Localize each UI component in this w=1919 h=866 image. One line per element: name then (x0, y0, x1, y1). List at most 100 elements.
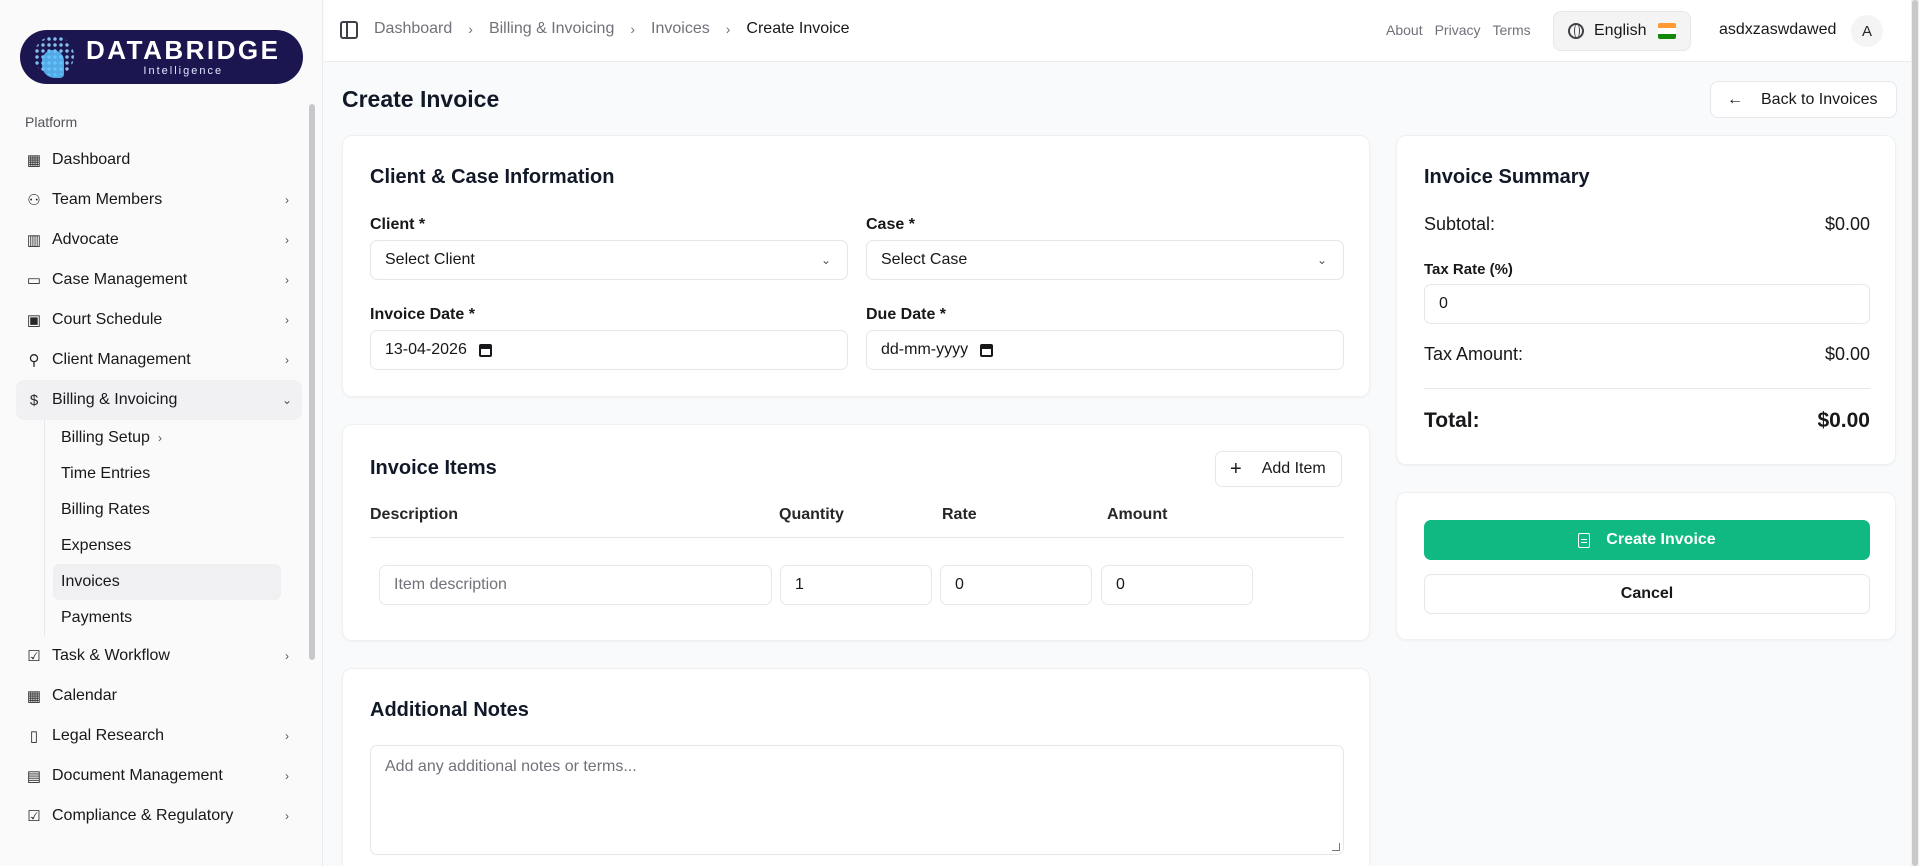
create-invoice-label: Create Invoice (1606, 531, 1716, 548)
sidebar-subitem-payments[interactable]: Payments (53, 600, 281, 636)
summary-divider (1424, 388, 1870, 389)
billing-submenu: Billing Setup › Time Entries Billing Rat… (44, 420, 302, 636)
invoice-summary-title: Invoice Summary (1424, 166, 1590, 188)
due-date-value: dd-mm-yyyy (881, 341, 969, 358)
sidebar-item-label: Task & Workflow (52, 647, 170, 664)
tax-rate-input[interactable]: 0 (1424, 284, 1870, 324)
users-icon: ⚇ (27, 192, 41, 209)
resize-handle-icon[interactable] (1332, 843, 1340, 851)
tax-amount-value: $0.00 (1824, 344, 1870, 364)
dashboard-grid-icon: ▦ (26, 152, 42, 169)
invoice-date-value: 13-04-2026 (385, 341, 467, 358)
item-quantity-value: 1 (795, 576, 804, 593)
sidebar-toggle-icon[interactable] (340, 21, 358, 39)
breadcrumb-invoices[interactable]: Invoices (651, 20, 710, 38)
sidebar-item-case-management[interactable]: ▭ Case Management › (16, 260, 302, 300)
sidebar-item-label: Client Management (52, 351, 191, 368)
breadcrumb-dashboard[interactable]: Dashboard (374, 20, 452, 38)
column-amount: Amount (1107, 506, 1168, 523)
sidebar-item-advocate[interactable]: ▥ Advocate › (16, 220, 302, 260)
cancel-label: Cancel (1620, 585, 1674, 602)
book-icon: ▯ (29, 728, 39, 745)
client-select[interactable]: Select Client ⌄ (370, 240, 848, 280)
calendar-icon[interactable] (478, 343, 492, 357)
globe-icon (1568, 23, 1584, 39)
sidebar-item-label: Court Schedule (52, 311, 163, 328)
sidebar-subitem-expenses[interactable]: Expenses (53, 528, 281, 564)
checkbox-icon: ☑ (27, 648, 41, 665)
cancel-button[interactable]: Cancel (1424, 574, 1870, 614)
notes-textarea[interactable]: Add any additional notes or terms... (370, 745, 1344, 855)
brand-logo[interactable]: DATABRIDGE Intelligence (20, 30, 303, 84)
chevron-right-icon: › (285, 273, 289, 287)
item-rate-input[interactable]: 0 (940, 565, 1092, 605)
language-label: English (1594, 22, 1647, 39)
breadcrumb-current: Create Invoice (746, 20, 850, 37)
chevron-right-icon: › (285, 729, 289, 743)
india-flag-icon (1658, 23, 1677, 39)
back-button-label: Back to Invoices (1761, 90, 1878, 108)
terms-link[interactable]: Terms (1493, 22, 1531, 38)
create-invoice-button[interactable]: Create Invoice (1424, 520, 1870, 560)
chevron-right-icon: › (285, 313, 289, 327)
sidebar-item-team-members[interactable]: ⚇ Team Members › (16, 180, 302, 220)
calendar-icon[interactable] (980, 343, 994, 357)
breadcrumb-billing-invoicing[interactable]: Billing & Invoicing (489, 20, 614, 38)
subtotal-value: $0.00 (1824, 214, 1870, 234)
sidebar-item-compliance-regulatory[interactable]: ☑ Compliance & Regulatory › (16, 796, 302, 836)
client-select-value: Select Client (385, 251, 475, 268)
briefcase-icon: ▭ (26, 272, 42, 289)
back-to-invoices-button[interactable]: ← Back to Invoices (1710, 81, 1897, 118)
client-case-title: Client & Case Information (370, 166, 615, 188)
username[interactable]: asdxzaswdawed (1719, 21, 1836, 39)
sidebar-item-legal-research[interactable]: ▯ Legal Research › (16, 716, 302, 756)
language-selector[interactable]: English (1553, 11, 1691, 51)
item-quantity-input[interactable]: 1 (780, 565, 932, 605)
sidebar-subitem-invoices[interactable]: Invoices (53, 564, 281, 600)
chevron-right-icon: › (285, 809, 289, 823)
due-date-label: Due Date * (866, 306, 947, 323)
sidebar-item-dashboard[interactable]: ▦ Dashboard (16, 140, 302, 180)
sidebar-item-billing-invoicing[interactable]: $ Billing & Invoicing ⌄ (16, 380, 302, 420)
due-date-field[interactable]: dd-mm-yyyy (866, 330, 1344, 370)
sidebar-item-calendar[interactable]: ▦ Calendar (16, 676, 302, 716)
about-link[interactable]: About (1386, 22, 1423, 38)
total-value: $0.00 (1817, 409, 1870, 432)
avatar[interactable]: A (1851, 15, 1883, 47)
sidebar-subitem-label: Billing Setup (61, 429, 150, 446)
sidebar-subitem-label: Billing Rates (61, 501, 150, 518)
item-amount-input[interactable]: 0 (1101, 565, 1253, 605)
chevron-right-icon: › (725, 21, 731, 37)
tax-rate-value: 0 (1439, 295, 1448, 312)
sidebar-subitem-billing-setup[interactable]: Billing Setup › (53, 420, 281, 456)
invoice-date-field[interactable]: 13-04-2026 (370, 330, 848, 370)
sidebar-item-label: Compliance & Regulatory (52, 807, 234, 824)
item-description-input[interactable]: Item description (379, 565, 772, 605)
additional-notes-title: Additional Notes (370, 699, 529, 721)
sidebar-scrollbar[interactable] (309, 104, 315, 660)
chevron-right-icon: › (468, 21, 473, 37)
notes-placeholder: Add any additional notes or terms... (385, 758, 637, 775)
page-scrollbar[interactable] (1911, 0, 1919, 866)
header-links: About Privacy Terms (1386, 22, 1531, 38)
sidebar-item-document-management[interactable]: ▤ Document Management › (16, 756, 302, 796)
sidebar-item-task-workflow[interactable]: ☑ Task & Workflow › (16, 636, 302, 676)
chevron-right-icon: › (285, 769, 289, 783)
sidebar-section-label: Platform (25, 114, 78, 130)
brain-logo-icon (20, 30, 80, 84)
calendar-days-icon: ▦ (26, 688, 42, 705)
sidebar-item-label: Billing & Invoicing (52, 391, 178, 408)
sidebar-subitem-label: Time Entries (61, 465, 151, 482)
add-item-button[interactable]: + Add Item (1215, 451, 1342, 487)
sidebar-subitem-billing-rates[interactable]: Billing Rates (53, 492, 281, 528)
privacy-link[interactable]: Privacy (1435, 22, 1481, 38)
sidebar: DATABRIDGE Intelligence Platform ▦ Dashb… (0, 0, 323, 866)
top-header: Dashboard › Billing & Invoicing › Invoic… (324, 0, 1919, 62)
chevron-down-icon: ⌄ (281, 393, 293, 407)
brand-tagline: Intelligence (143, 65, 224, 77)
sidebar-subitem-time-entries[interactable]: Time Entries (53, 456, 281, 492)
sidebar-item-court-schedule[interactable]: ▣ Court Schedule › (16, 300, 302, 340)
chevron-right-icon: › (157, 431, 162, 445)
case-select[interactable]: Select Case ⌄ (866, 240, 1344, 280)
sidebar-item-client-management[interactable]: ⚲ Client Management › (16, 340, 302, 380)
